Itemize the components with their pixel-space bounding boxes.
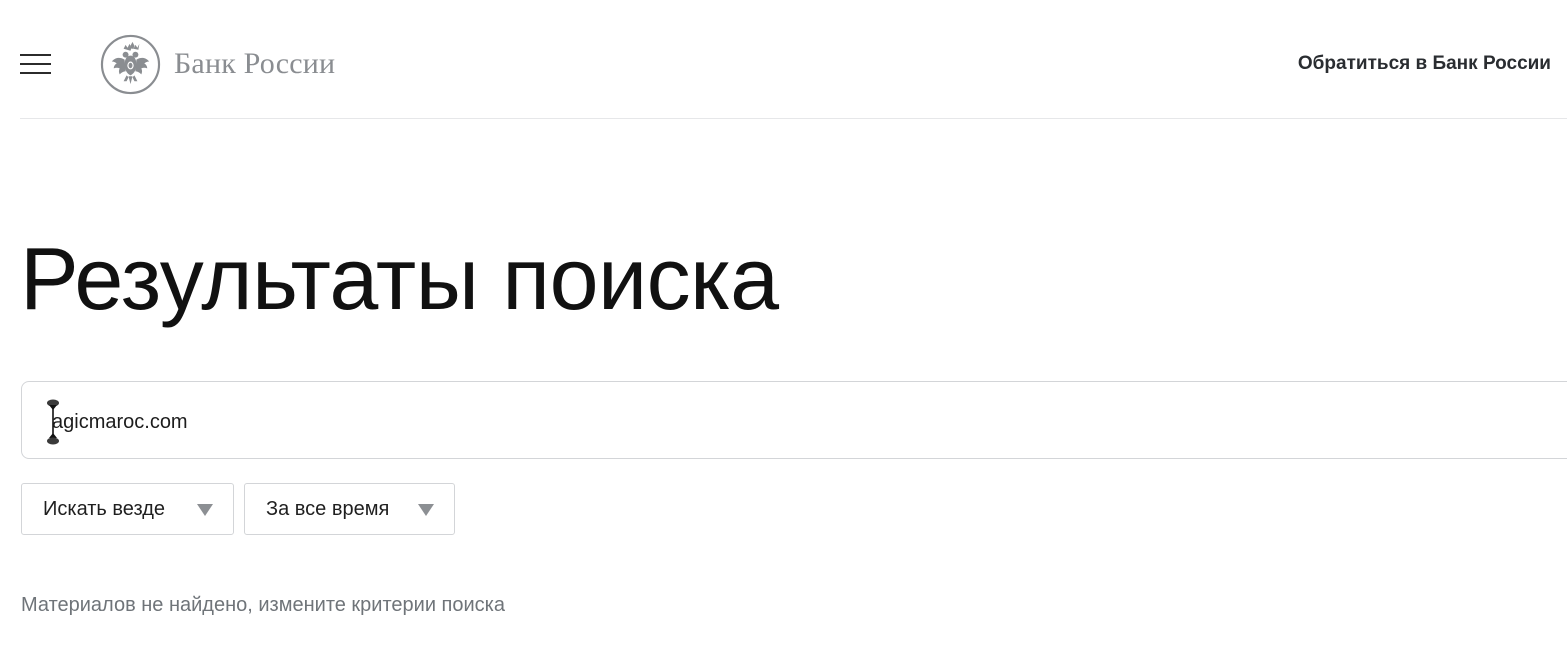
period-filter-dropdown[interactable]: За все время [244, 483, 455, 535]
eagle-emblem-icon [100, 34, 161, 94]
search-input[interactable] [52, 402, 1452, 442]
no-results-message: Материалов не найдено, измените критерии… [21, 594, 505, 616]
search-box[interactable] [21, 381, 1567, 459]
scope-filter-dropdown[interactable]: Искать везде [21, 483, 234, 535]
period-filter-label: За все время [266, 497, 390, 520]
logo-text: Банк России [174, 47, 336, 80]
contact-bank-link[interactable]: Обратиться в Банк России [1298, 53, 1551, 75]
scope-filter-label: Искать везде [43, 497, 165, 520]
bank-logo[interactable]: Банк России [100, 33, 335, 95]
menu-line [20, 63, 51, 65]
header-divider [20, 118, 1567, 119]
site-header: Банк России Обратиться в Банк России [0, 0, 1567, 119]
dropdown-arrow-icon [418, 504, 434, 516]
page-title: Результаты поиска [20, 229, 779, 328]
hamburger-menu-icon[interactable] [20, 52, 52, 76]
menu-line [20, 54, 51, 56]
dropdown-arrow-icon [197, 504, 213, 516]
menu-line [20, 72, 51, 74]
